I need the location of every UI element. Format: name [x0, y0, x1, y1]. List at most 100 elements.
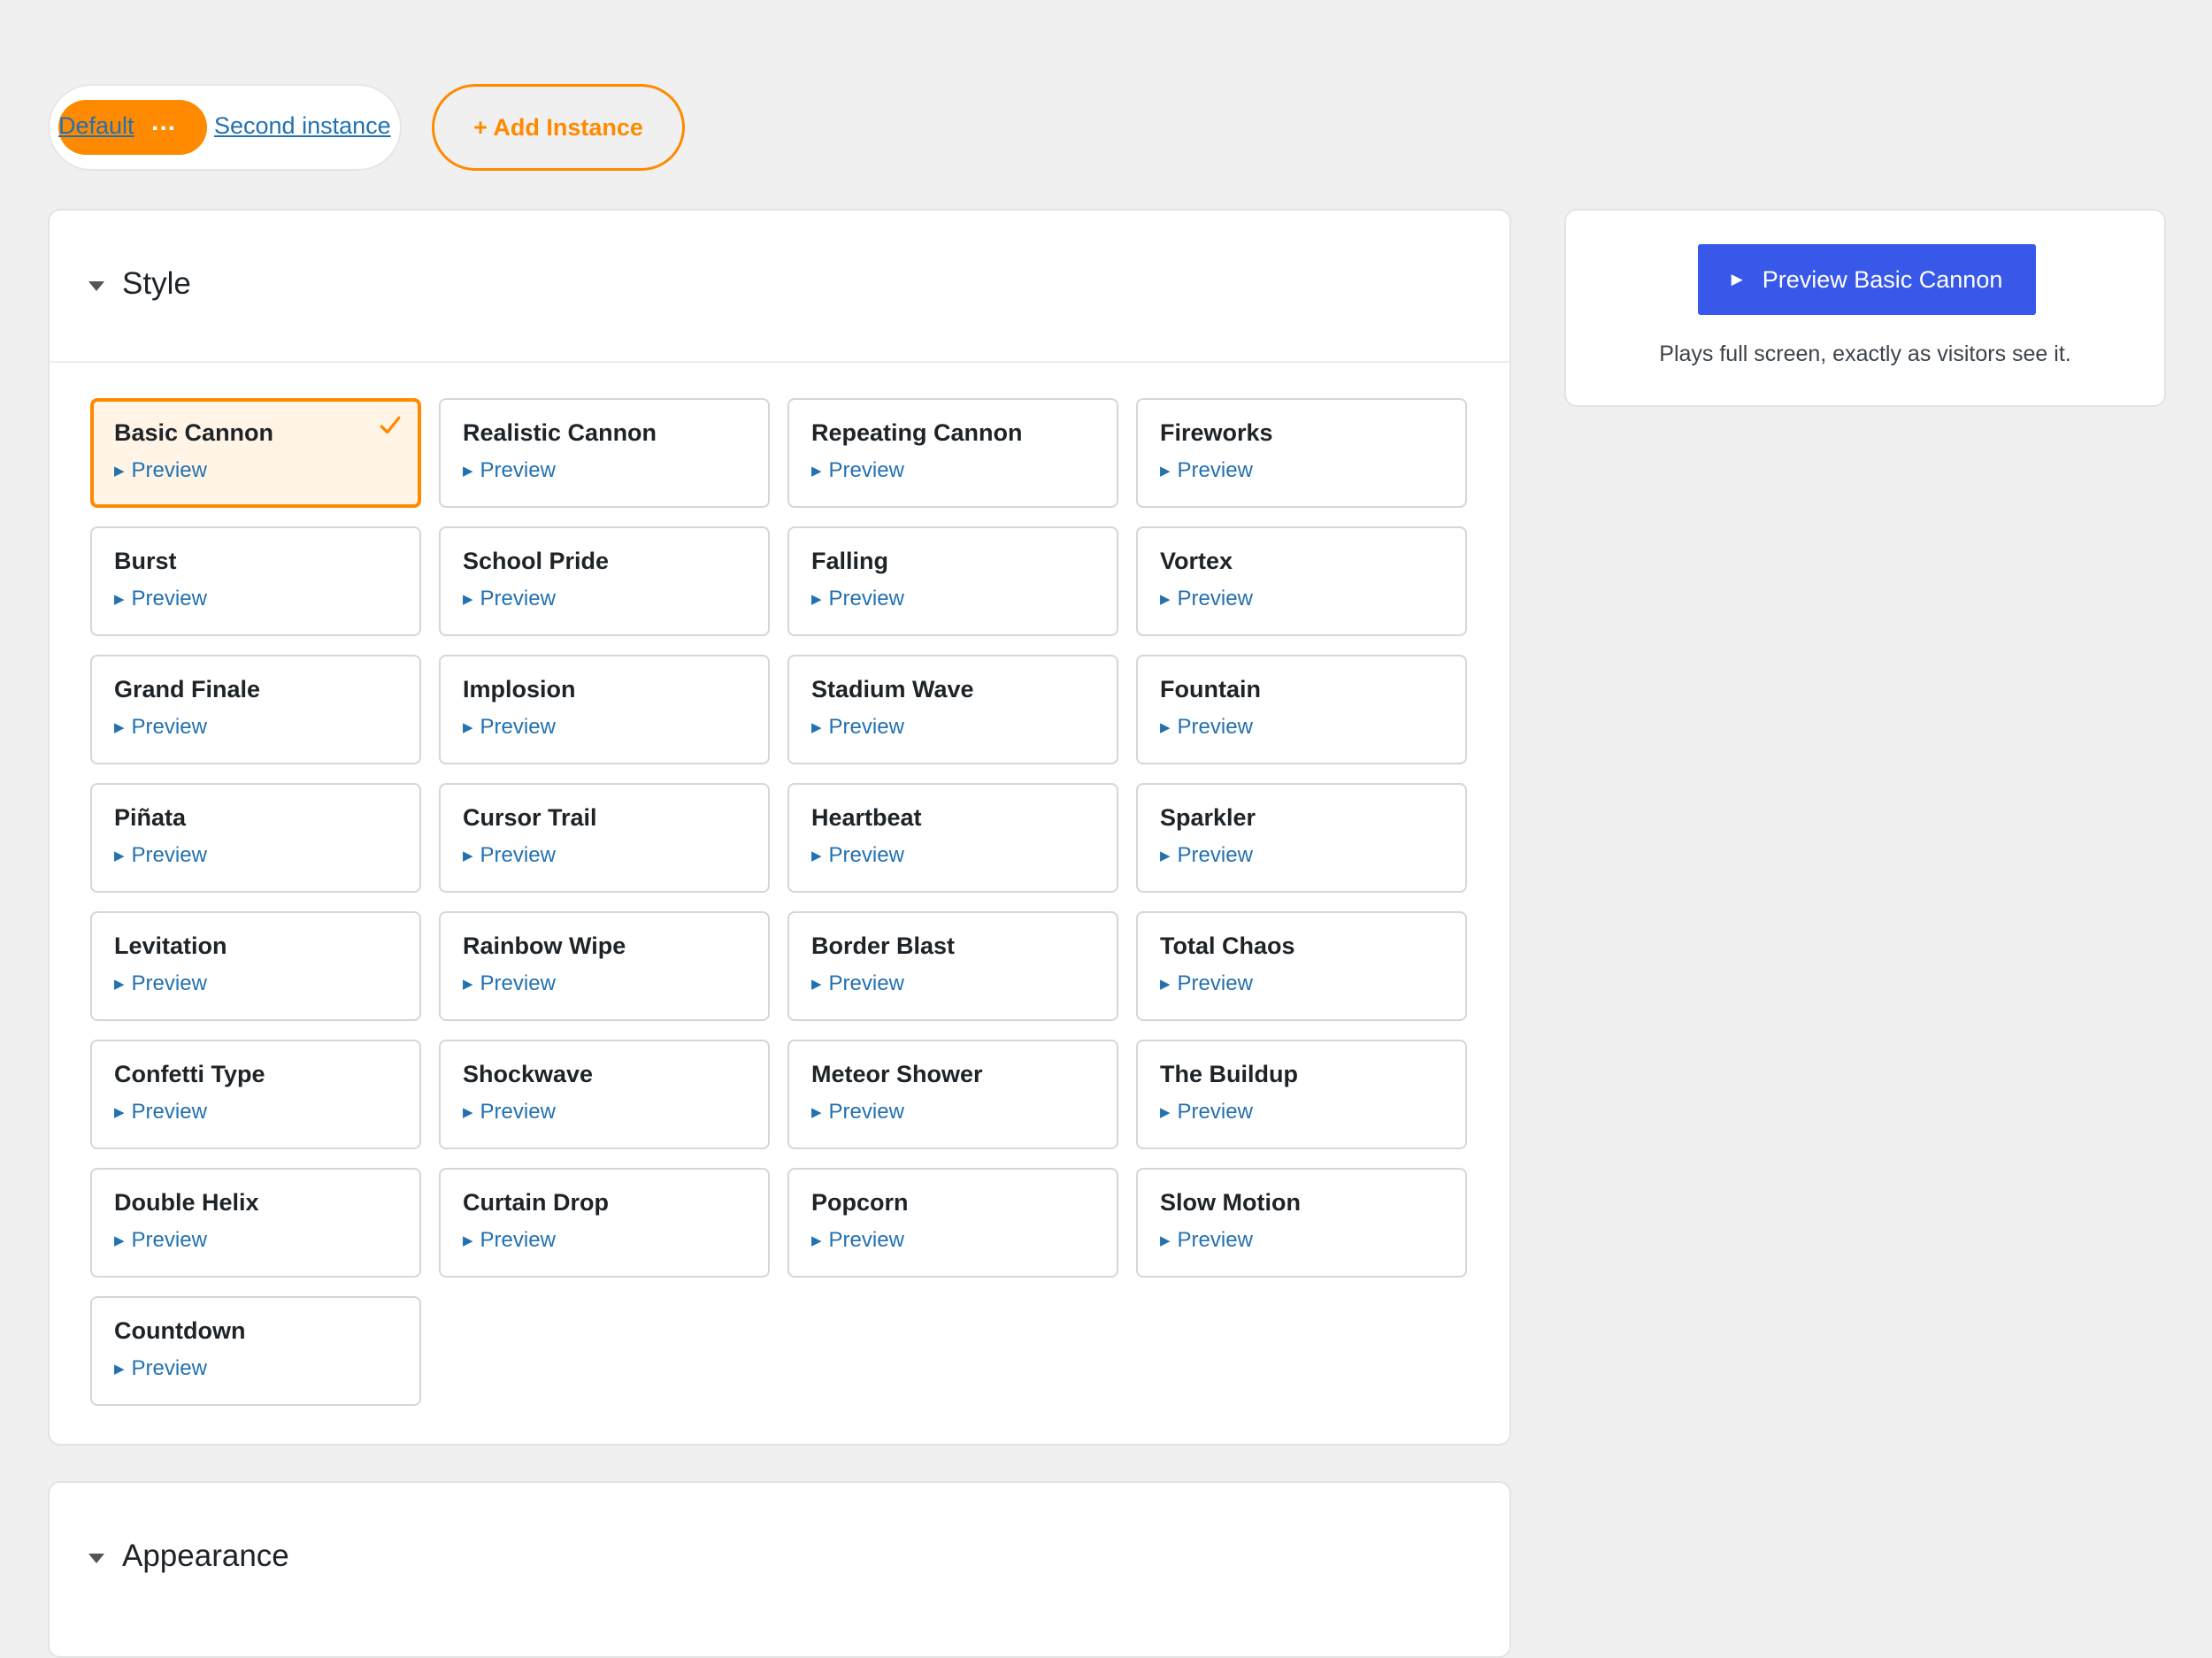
style-card-name: Shockwave: [463, 1061, 594, 1087]
style-card[interactable]: Fountain ▶ Preview: [1136, 655, 1467, 764]
style-card[interactable]: Grand Finale ▶ Preview: [90, 655, 421, 764]
appearance-panel-header[interactable]: Appearance: [50, 1483, 1509, 1635]
play-icon: ▶: [114, 1362, 125, 1377]
preview-selected-button[interactable]: ▶ Preview Basic Cannon: [1698, 244, 2036, 315]
play-icon: ▶: [114, 464, 125, 479]
style-card-preview-link[interactable]: ▶ Preview: [811, 1100, 904, 1125]
style-card[interactable]: Curtain Drop ▶ Preview: [439, 1168, 770, 1278]
style-card[interactable]: Burst ▶ Preview: [90, 526, 421, 636]
style-card-preview-link[interactable]: ▶ Preview: [1160, 1100, 1253, 1125]
style-card-preview-link[interactable]: ▶ Preview: [463, 1228, 556, 1253]
style-card-preview-link[interactable]: ▶ Preview: [1160, 971, 1253, 996]
style-card[interactable]: Rainbow Wipe ▶ Preview: [439, 911, 770, 1021]
style-card-preview-link[interactable]: ▶ Preview: [463, 587, 556, 611]
style-card-preview-label: Preview: [480, 587, 556, 610]
style-card-preview-link[interactable]: ▶ Preview: [1160, 843, 1253, 868]
style-card[interactable]: Heartbeat ▶ Preview: [787, 783, 1118, 893]
style-card[interactable]: Sparkler ▶ Preview: [1136, 783, 1467, 893]
style-card[interactable]: Falling ▶ Preview: [787, 526, 1118, 636]
style-card-preview-link[interactable]: ▶ Preview: [1160, 587, 1253, 611]
style-card[interactable]: Meteor Shower ▶ Preview: [787, 1040, 1118, 1149]
style-panel: Style Basic Cannon ▶ Preview Realistic Cann…: [48, 209, 1511, 1446]
play-icon: ▶: [114, 592, 125, 607]
style-card[interactable]: School Pride ▶ Preview: [439, 526, 770, 636]
style-card-preview-label: Preview: [131, 458, 207, 482]
style-card-preview-link[interactable]: ▶ Preview: [463, 843, 556, 868]
style-card-preview-link[interactable]: ▶ Preview: [114, 1356, 207, 1381]
style-card-preview-link[interactable]: ▶ Preview: [1160, 1228, 1253, 1253]
style-card[interactable]: Border Blast ▶ Preview: [787, 911, 1118, 1021]
tab-default-label[interactable]: Default: [58, 112, 134, 140]
play-icon: ▶: [1160, 1105, 1171, 1120]
style-card-preview-link[interactable]: ▶ Preview: [811, 715, 904, 740]
play-icon: ▶: [463, 720, 473, 735]
preview-panel: ▶ Preview Basic Cannon Plays full screen…: [1564, 209, 2166, 407]
style-card-preview-link[interactable]: ▶ Preview: [114, 1100, 207, 1125]
style-card[interactable]: Repeating Cannon ▶ Preview: [787, 398, 1118, 508]
style-card[interactable]: Double Helix ▶ Preview: [90, 1168, 421, 1278]
tab-default[interactable]: Default ...: [58, 100, 207, 155]
style-card-name: Rainbow Wipe: [463, 933, 626, 959]
style-card-preview-label: Preview: [828, 1100, 904, 1124]
style-card-preview-link[interactable]: ▶ Preview: [114, 587, 207, 611]
style-card-preview-link[interactable]: ▶ Preview: [463, 971, 556, 996]
style-card[interactable]: Piñata ▶ Preview: [90, 783, 421, 893]
style-card-preview-link[interactable]: ▶ Preview: [463, 715, 556, 740]
style-card[interactable]: Confetti Type ▶ Preview: [90, 1040, 421, 1149]
play-icon: ▶: [463, 1233, 473, 1248]
style-card[interactable]: Total Chaos ▶ Preview: [1136, 911, 1467, 1021]
play-icon: ▶: [811, 592, 822, 607]
caret-down-icon[interactable]: [88, 281, 104, 291]
style-card-preview-link[interactable]: ▶ Preview: [811, 971, 904, 996]
style-card[interactable]: Countdown ▶ Preview: [90, 1296, 421, 1406]
style-card-preview-link[interactable]: ▶ Preview: [811, 587, 904, 611]
play-icon: ▶: [811, 848, 822, 864]
style-card-preview-link[interactable]: ▶ Preview: [811, 843, 904, 868]
style-card-name: Curtain Drop: [463, 1189, 609, 1216]
play-icon: ▶: [811, 1233, 822, 1248]
style-card[interactable]: Cursor Trail ▶ Preview: [439, 783, 770, 893]
style-card-preview-link[interactable]: ▶ Preview: [114, 971, 207, 996]
style-card-preview-label: Preview: [480, 1228, 556, 1252]
style-card[interactable]: Implosion ▶ Preview: [439, 655, 770, 764]
add-instance-button[interactable]: + Add Instance: [432, 84, 685, 171]
style-card[interactable]: Realistic Cannon ▶ Preview: [439, 398, 770, 508]
style-card-name: Implosion: [463, 676, 576, 702]
style-card-preview-label: Preview: [828, 715, 904, 739]
style-card[interactable]: Fireworks ▶ Preview: [1136, 398, 1467, 508]
caret-down-icon[interactable]: [88, 1554, 104, 1563]
style-card-preview-link[interactable]: ▶ Preview: [114, 458, 207, 483]
style-card-preview-link[interactable]: ▶ Preview: [811, 1228, 904, 1253]
play-icon: ▶: [811, 977, 822, 992]
style-card-preview-link[interactable]: ▶ Preview: [1160, 715, 1253, 740]
style-card-name: Double Helix: [114, 1189, 259, 1216]
style-card-name: Grand Finale: [114, 676, 261, 702]
style-card[interactable]: Basic Cannon ▶ Preview: [90, 398, 421, 508]
style-card-preview-link[interactable]: ▶ Preview: [1160, 458, 1253, 483]
style-card[interactable]: Shockwave ▶ Preview: [439, 1040, 770, 1149]
style-card[interactable]: The Buildup ▶ Preview: [1136, 1040, 1467, 1149]
style-card-name: Heartbeat: [811, 804, 922, 831]
style-card-preview-link[interactable]: ▶ Preview: [114, 715, 207, 740]
style-card[interactable]: Popcorn ▶ Preview: [787, 1168, 1118, 1278]
style-card-preview-link[interactable]: ▶ Preview: [114, 1228, 207, 1253]
style-card[interactable]: Vortex ▶ Preview: [1136, 526, 1467, 636]
style-card-preview-link[interactable]: ▶ Preview: [463, 458, 556, 483]
tab-second-instance[interactable]: Second instance: [214, 112, 391, 140]
instance-tabs: Default ... Second instance: [48, 84, 402, 171]
ellipsis-icon[interactable]: ...: [151, 107, 176, 137]
style-card-preview-link[interactable]: ▶ Preview: [463, 1100, 556, 1125]
style-card[interactable]: Levitation ▶ Preview: [90, 911, 421, 1021]
style-card[interactable]: Slow Motion ▶ Preview: [1136, 1168, 1467, 1278]
style-card-name: The Buildup: [1160, 1061, 1298, 1087]
style-card[interactable]: Stadium Wave ▶ Preview: [787, 655, 1118, 764]
style-card-preview-label: Preview: [480, 1100, 556, 1124]
style-panel-header[interactable]: Style: [50, 211, 1509, 363]
style-card-preview-link[interactable]: ▶ Preview: [114, 843, 207, 868]
style-card-name: Falling: [811, 548, 888, 574]
style-card-name: Repeating Cannon: [811, 419, 1023, 446]
style-card-preview-label: Preview: [131, 715, 207, 739]
preview-selected-label: Preview Basic Cannon: [1762, 265, 2003, 293]
style-card-preview-link[interactable]: ▶ Preview: [811, 458, 904, 483]
play-icon: ▶: [463, 1105, 473, 1120]
